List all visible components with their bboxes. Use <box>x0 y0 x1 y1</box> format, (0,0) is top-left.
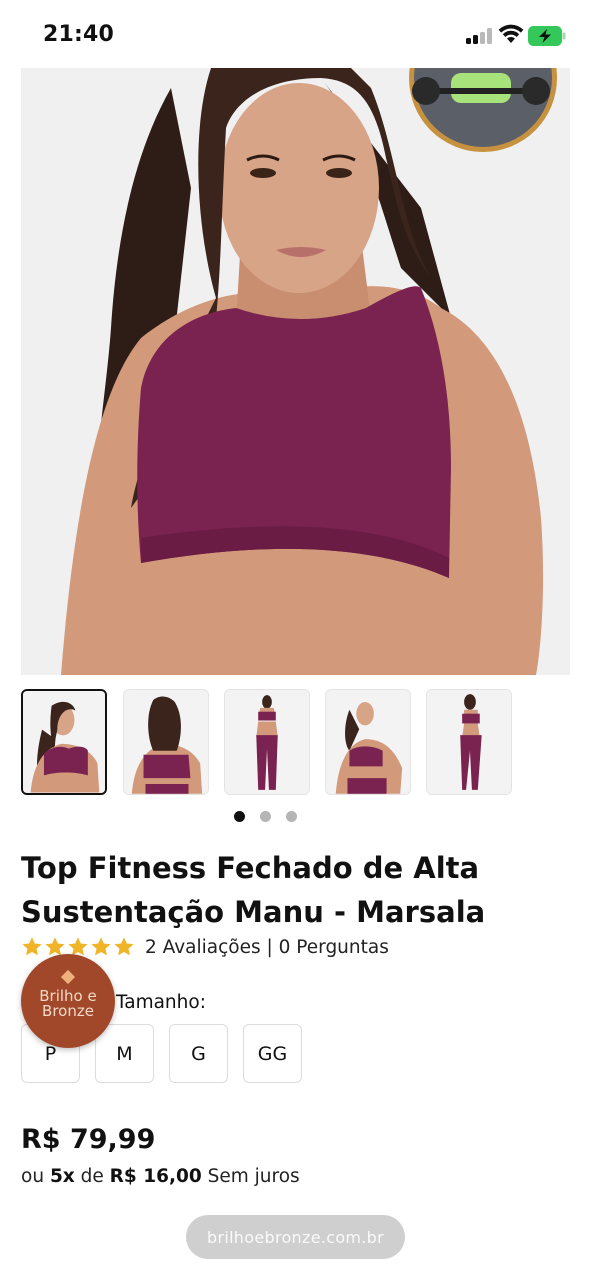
cellular-signal-icon <box>466 28 494 44</box>
carousel-dot[interactable] <box>234 811 245 822</box>
installment-value: R$ 16,00 <box>109 1166 202 1187</box>
thumbnail-front-pose[interactable] <box>325 689 411 795</box>
star-icon <box>22 937 42 956</box>
thumbnail-side[interactable] <box>426 689 512 795</box>
wifi-icon <box>498 24 524 43</box>
status-time: 21:40 <box>43 22 115 47</box>
size-label: Tamanho: <box>116 992 206 1013</box>
size-option-gg[interactable]: GG <box>243 1024 302 1083</box>
product-photo <box>21 68 570 675</box>
star-icon <box>91 937 111 956</box>
carousel-indicator <box>234 811 304 823</box>
status-bar: 21:40 <box>0 0 591 68</box>
carousel-dot[interactable] <box>260 811 271 822</box>
brand-badge[interactable]: Brilho e Bronze <box>21 954 115 1048</box>
brand-name-line2: Bronze <box>42 1002 94 1020</box>
star-icon <box>114 937 134 956</box>
thumbnail-strip <box>21 689 581 797</box>
thumbnail-back[interactable] <box>123 689 209 795</box>
installment-count: 5x <box>49 1166 75 1187</box>
installment-suffix: Sem juros <box>207 1166 300 1187</box>
thumbnail-full-back[interactable] <box>224 689 310 795</box>
size-option-m[interactable]: M <box>95 1024 154 1083</box>
product-main-image[interactable] <box>21 68 570 675</box>
size-option-g[interactable]: G <box>169 1024 228 1083</box>
carousel-dot[interactable] <box>286 811 297 822</box>
installment-prefix: ou <box>21 1166 45 1187</box>
browser-url-bar[interactable]: brilhoebronze.com.br <box>186 1215 405 1259</box>
reviews-questions-link[interactable]: 2 Avaliações | 0 Perguntas <box>145 937 389 958</box>
battery-charging-icon <box>528 26 566 46</box>
product-title: Top Fitness Fechado de Alta Sustentação … <box>21 851 486 929</box>
product-price: R$ 79,99 <box>21 1124 156 1155</box>
installment-info: ou 5x de R$ 16,00 Sem juros <box>21 1166 300 1187</box>
thumbnail-front[interactable] <box>21 689 107 795</box>
brand-logo-icon <box>60 969 76 985</box>
installment-middle: de <box>80 1166 104 1187</box>
